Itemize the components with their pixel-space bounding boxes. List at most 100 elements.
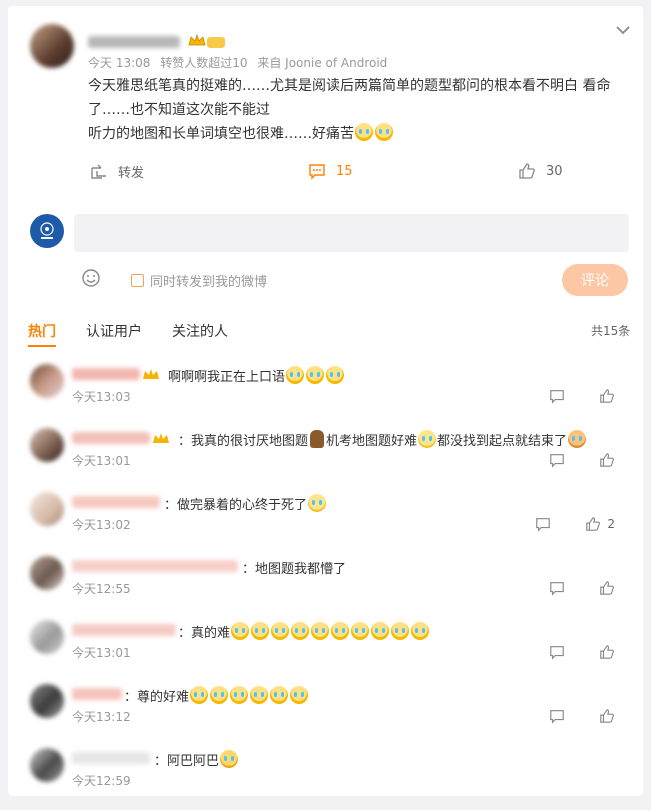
crying-emoji-icon <box>290 686 309 704</box>
comment-item: ：真的难 今天13:01 <box>8 618 643 682</box>
crying-emoji-icon <box>251 622 270 640</box>
comment-text: ：阿巴阿巴 <box>154 750 239 769</box>
comment-like-count: 2 <box>607 517 615 531</box>
crying-emoji-icon <box>331 622 350 640</box>
comment-time: 今天13:03 <box>72 390 131 404</box>
comment-text: ：尊的好难 <box>124 686 309 705</box>
thumbs-up-icon[interactable] <box>599 580 615 596</box>
post-line-last: 听力的地图和长单词填空也很难……好痛苦 <box>88 122 623 146</box>
crying-emoji-icon <box>230 686 249 704</box>
reply-icon[interactable] <box>549 708 565 724</box>
comment-text: 啊啊啊我正在上口语 <box>168 366 345 385</box>
submit-comment-button[interactable]: 评论 <box>562 264 628 296</box>
reply-icon[interactable] <box>549 388 565 404</box>
forward-to-my-weibo-checkbox[interactable]: 同时转发到我的微博 <box>131 271 267 290</box>
thumbs-up-icon[interactable] <box>599 452 615 468</box>
vip-crown-icon <box>153 433 169 443</box>
comment-time: 今天13:01 <box>72 646 131 660</box>
tab-following[interactable]: 关注的人 <box>172 321 228 347</box>
comment-item: ：地图题我都懵了 今天12:55 <box>8 554 643 618</box>
comment-actions <box>549 708 615 724</box>
crying-emoji-icon <box>311 622 330 640</box>
tab-verified-users[interactable]: 认证用户 <box>86 321 142 347</box>
checkbox-label: 同时转发到我的微博 <box>150 275 268 290</box>
comment-item: ：阿巴阿巴 今天12:59 <box>8 746 643 810</box>
comment-action[interactable]: 15 <box>308 162 353 180</box>
commenter-nickname[interactable] <box>72 496 160 508</box>
comment-text: ：做完暴着的心终于死了 <box>164 494 327 513</box>
commenter-nickname[interactable] <box>72 624 176 636</box>
tab-hot[interactable]: 热门 <box>28 321 56 347</box>
comment-actions <box>549 580 615 596</box>
comment-time: 今天13:01 <box>72 454 131 468</box>
crying-emoji-icon <box>250 686 269 704</box>
comment-actions <box>549 388 615 404</box>
crying-emoji-icon <box>351 622 370 640</box>
crying-emoji-icon <box>371 622 390 640</box>
dizzy-emoji-icon <box>568 430 587 448</box>
crying-emoji-icon <box>210 686 229 704</box>
reply-icon[interactable] <box>549 452 565 468</box>
comment-text: ：我真的很讨厌地图题 机考地图题好难 都没找到起点就结束了 <box>178 430 587 449</box>
smile-emoji-icon <box>418 430 437 448</box>
post-time: 今天 13:08 <box>88 56 151 70</box>
vip-crown-icon <box>188 34 206 46</box>
commenter-avatar[interactable] <box>30 492 64 526</box>
comment-count: 15 <box>336 163 353 179</box>
reply-icon[interactable] <box>549 580 565 596</box>
commenter-avatar[interactable] <box>30 684 64 718</box>
repost-note: 转赞人数超过10 <box>160 56 248 70</box>
comment-item: ：尊的好难 今天13:12 <box>8 682 643 746</box>
crying-emoji-icon <box>306 366 325 384</box>
author-nickname[interactable] <box>88 36 180 48</box>
crying-emoji-icon <box>391 622 410 640</box>
commenter-nickname[interactable] <box>72 752 150 764</box>
author-avatar[interactable] <box>30 24 74 68</box>
weibo-post-card: 今天 13:08 转赞人数超过10 来自 Joonie of Android 今… <box>8 6 643 796</box>
vip-crown-icon <box>143 369 159 379</box>
commenter-nickname[interactable] <box>72 368 140 380</box>
thumbs-up-icon[interactable] <box>599 388 615 404</box>
commenter-avatar[interactable] <box>30 428 64 462</box>
crying-emoji-icon <box>326 366 345 384</box>
comment-actions <box>549 452 615 468</box>
post-source: 来自 Joonie of Android <box>257 56 388 70</box>
comment-actions: 2 <box>535 516 615 532</box>
chevron-down-icon[interactable] <box>613 20 633 40</box>
comment-text: ：地图题我都懵了 <box>242 562 347 577</box>
post-meta: 今天 13:08 转赞人数超过10 来自 Joonie of Android <box>88 54 393 71</box>
commenter-avatar[interactable] <box>30 364 64 398</box>
commenter-nickname[interactable] <box>72 432 150 444</box>
commenter-avatar[interactable] <box>30 748 64 782</box>
emoji-icon[interactable] <box>81 268 101 288</box>
member-level-badge <box>207 37 225 48</box>
comment-like[interactable]: 2 <box>585 516 615 532</box>
reply-icon[interactable] <box>549 644 565 660</box>
comment-filter-tabs: 热门 认证用户 关注的人 <box>28 321 228 347</box>
crying-emoji-icon <box>375 123 393 141</box>
comment-input[interactable] <box>74 214 629 252</box>
commenter-avatar[interactable] <box>30 556 64 590</box>
like-action[interactable]: 30 <box>518 162 563 180</box>
brand-logo-icon <box>40 222 54 239</box>
current-user-avatar <box>30 214 64 248</box>
post-line: 今天雅思纸笔真的挺难的……尤其是阅读后两篇简单的题型都问的根本看不明白 看命 <box>88 78 611 94</box>
thumbs-up-icon[interactable] <box>599 644 615 660</box>
hand-emoji-icon <box>310 430 325 448</box>
comment-time: 今天13:02 <box>72 518 131 532</box>
repost-label: 转发 <box>118 166 145 181</box>
commenter-avatar[interactable] <box>30 620 64 654</box>
checkbox[interactable] <box>131 274 144 287</box>
reply-icon[interactable] <box>535 516 551 532</box>
repost-icon <box>91 164 106 179</box>
repost-action[interactable]: 转发 <box>90 162 144 181</box>
thumbs-up-icon[interactable] <box>599 708 615 724</box>
thumbs-up-icon <box>586 517 601 531</box>
crying-emoji-icon <box>270 686 289 704</box>
crying-emoji-icon <box>271 622 290 640</box>
crying-emoji-icon <box>190 686 209 704</box>
commenter-nickname[interactable] <box>72 688 122 700</box>
comment-time: 今天12:59 <box>72 774 131 788</box>
comment-total: 共15条 <box>591 324 631 338</box>
commenter-nickname[interactable] <box>72 560 238 572</box>
